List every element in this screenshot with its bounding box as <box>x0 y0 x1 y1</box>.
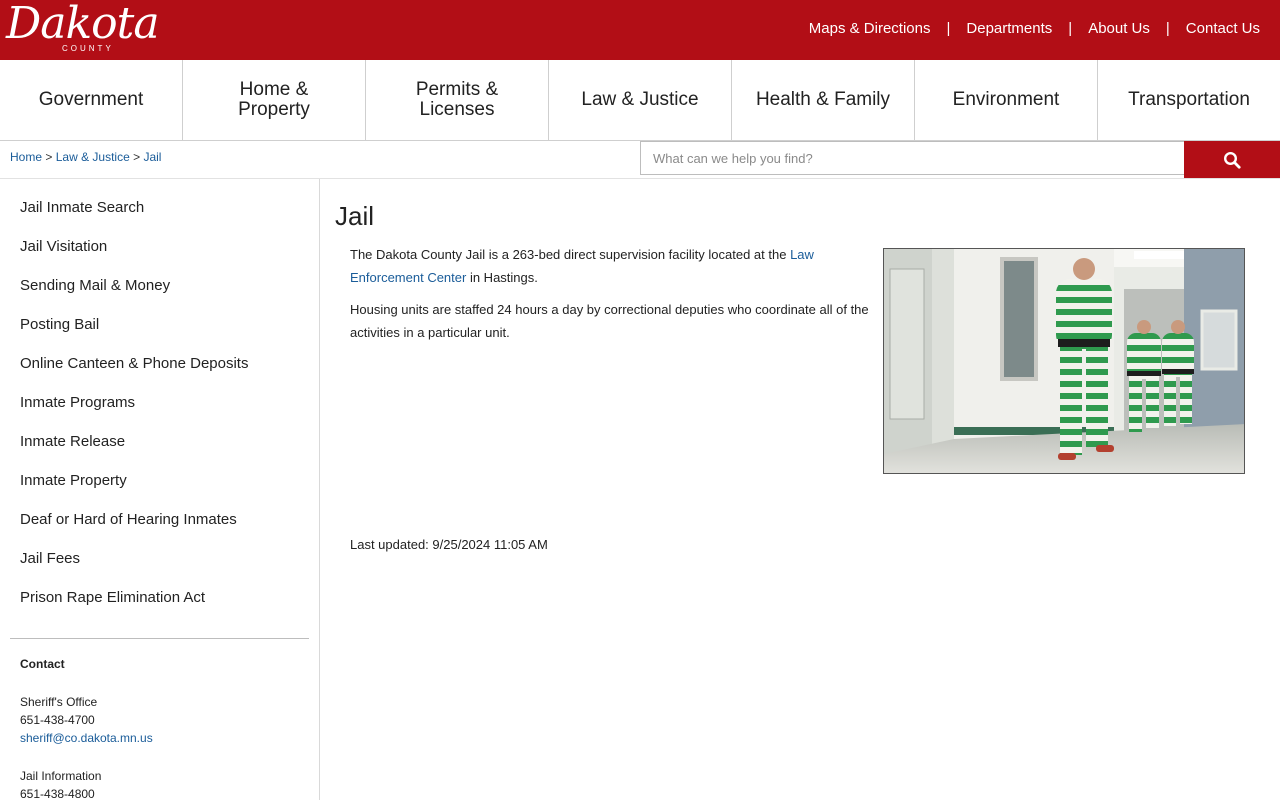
nav-environment[interactable]: Environment <box>915 60 1098 140</box>
sidebar: Jail Inmate Search Jail Visitation Sendi… <box>0 179 320 800</box>
utility-links: Maps & Directions | Departments | About … <box>809 20 1260 37</box>
nav-permits-licenses[interactable]: Permits & Licenses <box>366 60 549 140</box>
last-updated: Last updated: 9/25/2024 11:05 AM <box>350 537 548 552</box>
nav-label: Law & Justice <box>581 89 699 110</box>
nav-label: Transportation <box>1128 89 1250 110</box>
search-icon <box>1223 151 1241 169</box>
dakota-county-logo[interactable]: Dakota COUNTY <box>4 0 160 56</box>
sidebar-item-jail-visitation[interactable]: Jail Visitation <box>0 237 319 276</box>
logo-wordmark: Dakota <box>6 0 160 49</box>
nav-government[interactable]: Government <box>0 60 183 140</box>
sidebar-item-inmate-programs[interactable]: Inmate Programs <box>0 393 319 432</box>
breadcrumb-search-row: Home > Law & Justice > Jail <box>0 141 1280 179</box>
sidebar-item-prea[interactable]: Prison Rape Elimination Act <box>0 588 319 627</box>
contact-name: Jail Information <box>20 769 102 783</box>
contact-heading: Contact <box>20 657 65 671</box>
contact-name: Sheriff's Office <box>20 695 98 709</box>
search-input[interactable] <box>640 141 1185 175</box>
intro-paragraph: The Dakota County Jail is a 263-bed dire… <box>350 243 880 289</box>
nav-label: Permits & Licenses <box>415 79 499 120</box>
breadcrumb-separator: > <box>133 150 141 164</box>
intro-text: The Dakota County Jail is a 263-bed dire… <box>350 247 791 262</box>
contact-sheriff: Sheriff's Office 651-438-4700 sheriff@co… <box>20 693 153 747</box>
sidebar-item-inmate-release[interactable]: Inmate Release <box>0 432 319 471</box>
sidebar-item-inmate-property[interactable]: Inmate Property <box>0 471 319 510</box>
nav-health-family[interactable]: Health & Family <box>732 60 915 140</box>
sidebar-item-jail-inmate-search[interactable]: Jail Inmate Search <box>0 198 319 237</box>
contact-block: Contact Sheriff's Office 651-438-4700 sh… <box>20 655 153 800</box>
intro-text-end: in Hastings. <box>466 270 538 285</box>
jail-hallway-photo <box>883 248 1245 474</box>
nav-label: Environment <box>952 89 1060 110</box>
nav-law-justice[interactable]: Law & Justice <box>549 60 732 140</box>
separator: | <box>1068 20 1073 37</box>
nav-label: Health & Family <box>755 89 891 110</box>
body-text: The Dakota County Jail is a 263-bed dire… <box>350 243 880 353</box>
nav-transportation[interactable]: Transportation <box>1098 60 1280 140</box>
search-button[interactable] <box>1184 141 1280 178</box>
breadcrumb-current[interactable]: Jail <box>143 150 161 164</box>
nav-home-property[interactable]: Home & Property <box>183 60 366 140</box>
maps-directions-link[interactable]: Maps & Directions <box>809 20 931 37</box>
housing-paragraph: Housing units are staffed 24 hours a day… <box>350 302 869 340</box>
nav-label: Government <box>38 89 144 110</box>
breadcrumb-home[interactable]: Home <box>10 150 42 164</box>
contact-phone: 651-438-4800 <box>20 787 95 800</box>
sidebar-item-sending-mail-money[interactable]: Sending Mail & Money <box>0 276 319 315</box>
contact-jail-info: Jail Information 651-438-4800 <box>20 767 153 800</box>
sidebar-item-online-canteen[interactable]: Online Canteen & Phone Deposits <box>0 354 319 393</box>
main-nav: Government Home & Property Permits & Lic… <box>0 60 1280 141</box>
separator: | <box>946 20 951 37</box>
breadcrumb-law-justice[interactable]: Law & Justice <box>56 150 130 164</box>
nav-label: Home & Property <box>238 79 310 120</box>
sidebar-item-posting-bail[interactable]: Posting Bail <box>0 315 319 354</box>
sidebar-divider <box>10 638 309 639</box>
logo-subtitle: COUNTY <box>62 44 114 53</box>
about-us-link[interactable]: About Us <box>1088 20 1150 37</box>
top-bar: Dakota COUNTY Maps & Directions | Depart… <box>0 0 1280 60</box>
departments-link[interactable]: Departments <box>966 20 1052 37</box>
jail-hallway-illustration <box>884 249 1244 473</box>
contact-us-link[interactable]: Contact Us <box>1186 20 1260 37</box>
sidebar-menu: Jail Inmate Search Jail Visitation Sendi… <box>0 179 319 627</box>
breadcrumb-separator: > <box>45 150 53 164</box>
page-title: Jail <box>335 201 375 231</box>
sidebar-item-deaf-hard-of-hearing[interactable]: Deaf or Hard of Hearing Inmates <box>0 510 319 549</box>
contact-phone: 651-438-4700 <box>20 713 95 727</box>
main-content: Jail The Dakota County Jail is a 263-bed… <box>335 179 1265 800</box>
separator: | <box>1165 20 1170 37</box>
breadcrumb: Home > Law & Justice > Jail <box>10 150 161 164</box>
contact-email-link[interactable]: sheriff@co.dakota.mn.us <box>20 731 153 745</box>
sidebar-item-jail-fees[interactable]: Jail Fees <box>0 549 319 588</box>
